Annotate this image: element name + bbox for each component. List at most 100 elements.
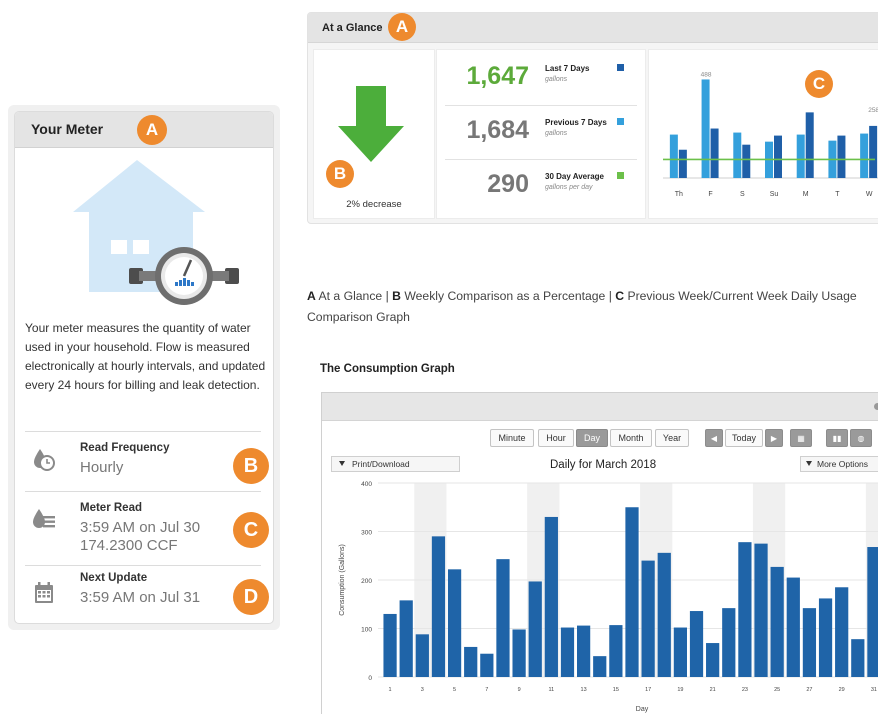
next-update-row: Next Update 3:59 AM on Jul 31 D [25,566,269,623]
bar-S-series-0 [733,132,742,178]
print-download-button[interactable]: Print/Download [331,456,460,472]
day-button[interactable]: Day [576,429,608,447]
next-update-value: 3:59 AM on Jul 31 [80,589,201,606]
weekly-comparison-chart: Th F S Su M T W 488 258 [663,71,878,198]
bar-F-series-0 [701,79,710,178]
y-axis-label: Consumption (Gallons) [339,544,346,616]
bar-T-series-1 [837,135,846,178]
calendar-picker-icon[interactable]: ▦ [790,429,812,447]
your-meter-card: Your Meter A Your meter measures the qua… [8,105,280,630]
stat-30-day-average: 290 30 Day Average gallons per day [445,166,637,216]
your-meter-panel: Your Meter A Your meter measures the qua… [14,111,274,624]
bar-day-3 [415,634,429,677]
x-tick-label: 11 [548,687,554,693]
month-button[interactable]: Month [610,429,652,447]
clock-drop-icon [34,449,55,471]
bar-day-26 [786,577,800,677]
stat-value: 1,647 [466,62,529,90]
meter-description: Your meter measures the quantity of wate… [25,321,266,392]
globe-view-icon[interactable]: ◍ [850,429,872,447]
meter-read-time: 3:59 AM on Jul 30 [80,519,201,536]
chevron-down-icon [806,461,812,466]
calendar-icon [35,582,53,603]
bar-day-8 [496,559,510,677]
divider [445,105,637,106]
bar-Th-series-0 [669,134,678,178]
bar-W-series-0 [860,133,869,178]
bar-day-19 [673,627,687,677]
at-a-glance-title: At a Glance [322,22,383,34]
granularity-toolbar: Minute Hour Day Month Year ◀ Today ▶ ▦ ▮… [322,429,878,449]
bar-day-14 [593,656,607,677]
consumption-bar-chart: 01002003004001 3 5 7 9 11 13 15 17 19 21 23 25 27 29 31… [339,481,878,713]
stat-last-7-days: 1,647 Last 7 Days gallons [445,58,637,108]
year-button[interactable]: Year [655,429,689,447]
marker-b-glance: B [326,160,354,188]
read-frequency-row: Read Frequency Hourly B [25,432,269,500]
consumption-graph-panel: Minute Hour Day Month Year ◀ Today ▶ ▦ ▮… [321,392,878,714]
bar-day-17 [641,560,655,677]
your-meter-title: Your Meter [31,121,104,137]
divider [445,159,637,160]
meter-read-row: Meter Read 3:59 AM on Jul 30 174.2300 CC… [25,492,269,560]
marker-a-glance: A [388,13,416,41]
stat-label: Last 7 Days [545,64,590,73]
stat-unit: gallons [545,76,568,83]
bar-day-2 [399,600,413,677]
bar-day-23 [738,542,752,677]
x-tick-label: 3 [421,687,424,693]
bar-day-28 [818,598,833,677]
x-tick-label: 25 [774,687,780,693]
bar-day-31 [867,547,878,677]
bar-day-22 [722,608,736,677]
weekly-comparison-graph-panel: Th F S Su M T W 488 258 C [648,49,878,219]
bar-day-4 [431,536,446,677]
bar-day-10 [528,581,542,677]
x-tick-label: Th [675,191,683,198]
previous-arrow-icon[interactable]: ◀ [705,429,723,447]
bar-day-16 [625,507,639,677]
today-button[interactable]: Today [725,429,763,447]
marker-a-meter: A [137,115,167,145]
more-options-label: More Options [817,459,869,469]
bar-day-20 [689,611,704,677]
read-frequency-value: Hourly [80,459,124,476]
bar-W-series-1 [869,125,878,178]
list-drop-icon [33,509,55,528]
caption-key-a: A [307,289,316,303]
hour-button[interactable]: Hour [538,429,574,447]
figure-caption: A At a Glance | B Weekly Comparison as a… [307,286,878,328]
stat-unit: gallons [545,130,568,137]
next-arrow-icon[interactable]: ▶ [765,429,783,447]
bar-day-6 [464,646,478,677]
read-frequency-label: Read Frequency [80,442,170,454]
x-tick-label: 13 [581,687,587,693]
stat-label: 30 Day Average [545,172,604,181]
usage-stats-panel: 1,647 Last 7 Days gallons 1,684 Previous… [436,49,646,219]
x-tick-label: 21 [710,687,716,693]
y-tick-label: 0 [368,675,372,682]
bar-S-series-1 [742,144,751,178]
minute-button[interactable]: Minute [490,429,534,447]
bar-day-7 [480,653,494,677]
caption-text-a: At a Glance | [315,289,393,303]
caption-key-b: B [392,289,401,303]
x-tick-label: T [835,191,840,198]
bar-day-11 [544,516,558,677]
bar-day-30 [851,639,865,677]
x-tick-label: Su [770,191,779,198]
at-a-glance-header: At a Glance A [308,13,878,43]
x-tick-label: 15 [613,687,619,693]
legend-swatch [617,64,624,71]
x-tick-label: 9 [518,687,521,693]
more-options-button[interactable]: More Options [800,456,878,472]
bar-chart-view-icon[interactable]: ▮▮ [826,429,848,447]
data-label: 258 [868,107,878,114]
x-tick-label: W [866,191,873,198]
bar-M-series-1 [805,112,814,178]
y-tick-label: 200 [361,578,372,585]
x-tick-label: 17 [645,687,651,693]
stat-value: 290 [487,170,529,198]
weekly-comparison-panel: B 2% decrease [313,49,435,219]
chevron-down-icon [339,461,345,466]
